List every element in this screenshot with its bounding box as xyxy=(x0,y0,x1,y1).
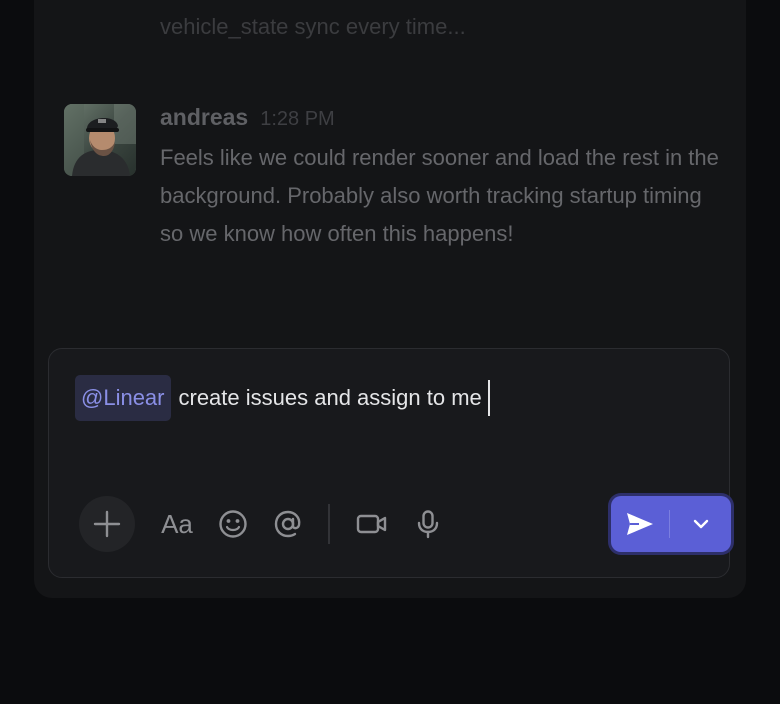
composer-input-text[interactable]: create issues and assign to me xyxy=(179,385,482,411)
formatting-label: Aa xyxy=(161,509,193,539)
message-text: Feels like we could render sooner and lo… xyxy=(160,145,719,246)
message-header: andreas 1:28 PM xyxy=(160,104,720,138)
toolbar-divider xyxy=(328,504,330,544)
previous-message-text: vehicle_state sync every time... xyxy=(160,14,466,39)
user-avatar[interactable] xyxy=(64,104,136,176)
message-author[interactable]: andreas xyxy=(160,104,248,131)
mention-chip[interactable]: @Linear xyxy=(75,375,171,421)
send-button-group xyxy=(611,496,731,552)
smiley-icon xyxy=(219,510,247,538)
text-caret xyxy=(487,380,490,416)
paper-plane-icon xyxy=(627,513,653,535)
send-button[interactable] xyxy=(611,496,669,552)
mention-button[interactable] xyxy=(272,508,304,540)
formatting-button[interactable]: Aa xyxy=(159,508,195,540)
composer-toolbar: Aa xyxy=(79,496,731,552)
avatar-photo xyxy=(64,104,136,176)
plus-icon xyxy=(93,510,121,538)
at-sign-icon xyxy=(274,510,301,538)
video-camera-icon xyxy=(356,514,387,534)
message-timestamp[interactable]: 1:28 PM xyxy=(260,108,334,131)
emoji-button[interactable] xyxy=(217,508,249,540)
video-button[interactable] xyxy=(355,508,389,540)
send-options-button[interactable] xyxy=(670,496,731,552)
composer-input[interactable]: @Linear create issues and assign to me xyxy=(75,375,490,421)
chevron-down-icon xyxy=(693,519,708,529)
message-body: andreas 1:28 PM Feels like we could rend… xyxy=(160,104,720,253)
add-attachment-button[interactable] xyxy=(79,496,135,552)
audio-clip-button[interactable] xyxy=(412,508,444,540)
message-composer[interactable]: @Linear create issues and assign to me A… xyxy=(48,348,731,578)
microphone-icon xyxy=(417,510,439,539)
